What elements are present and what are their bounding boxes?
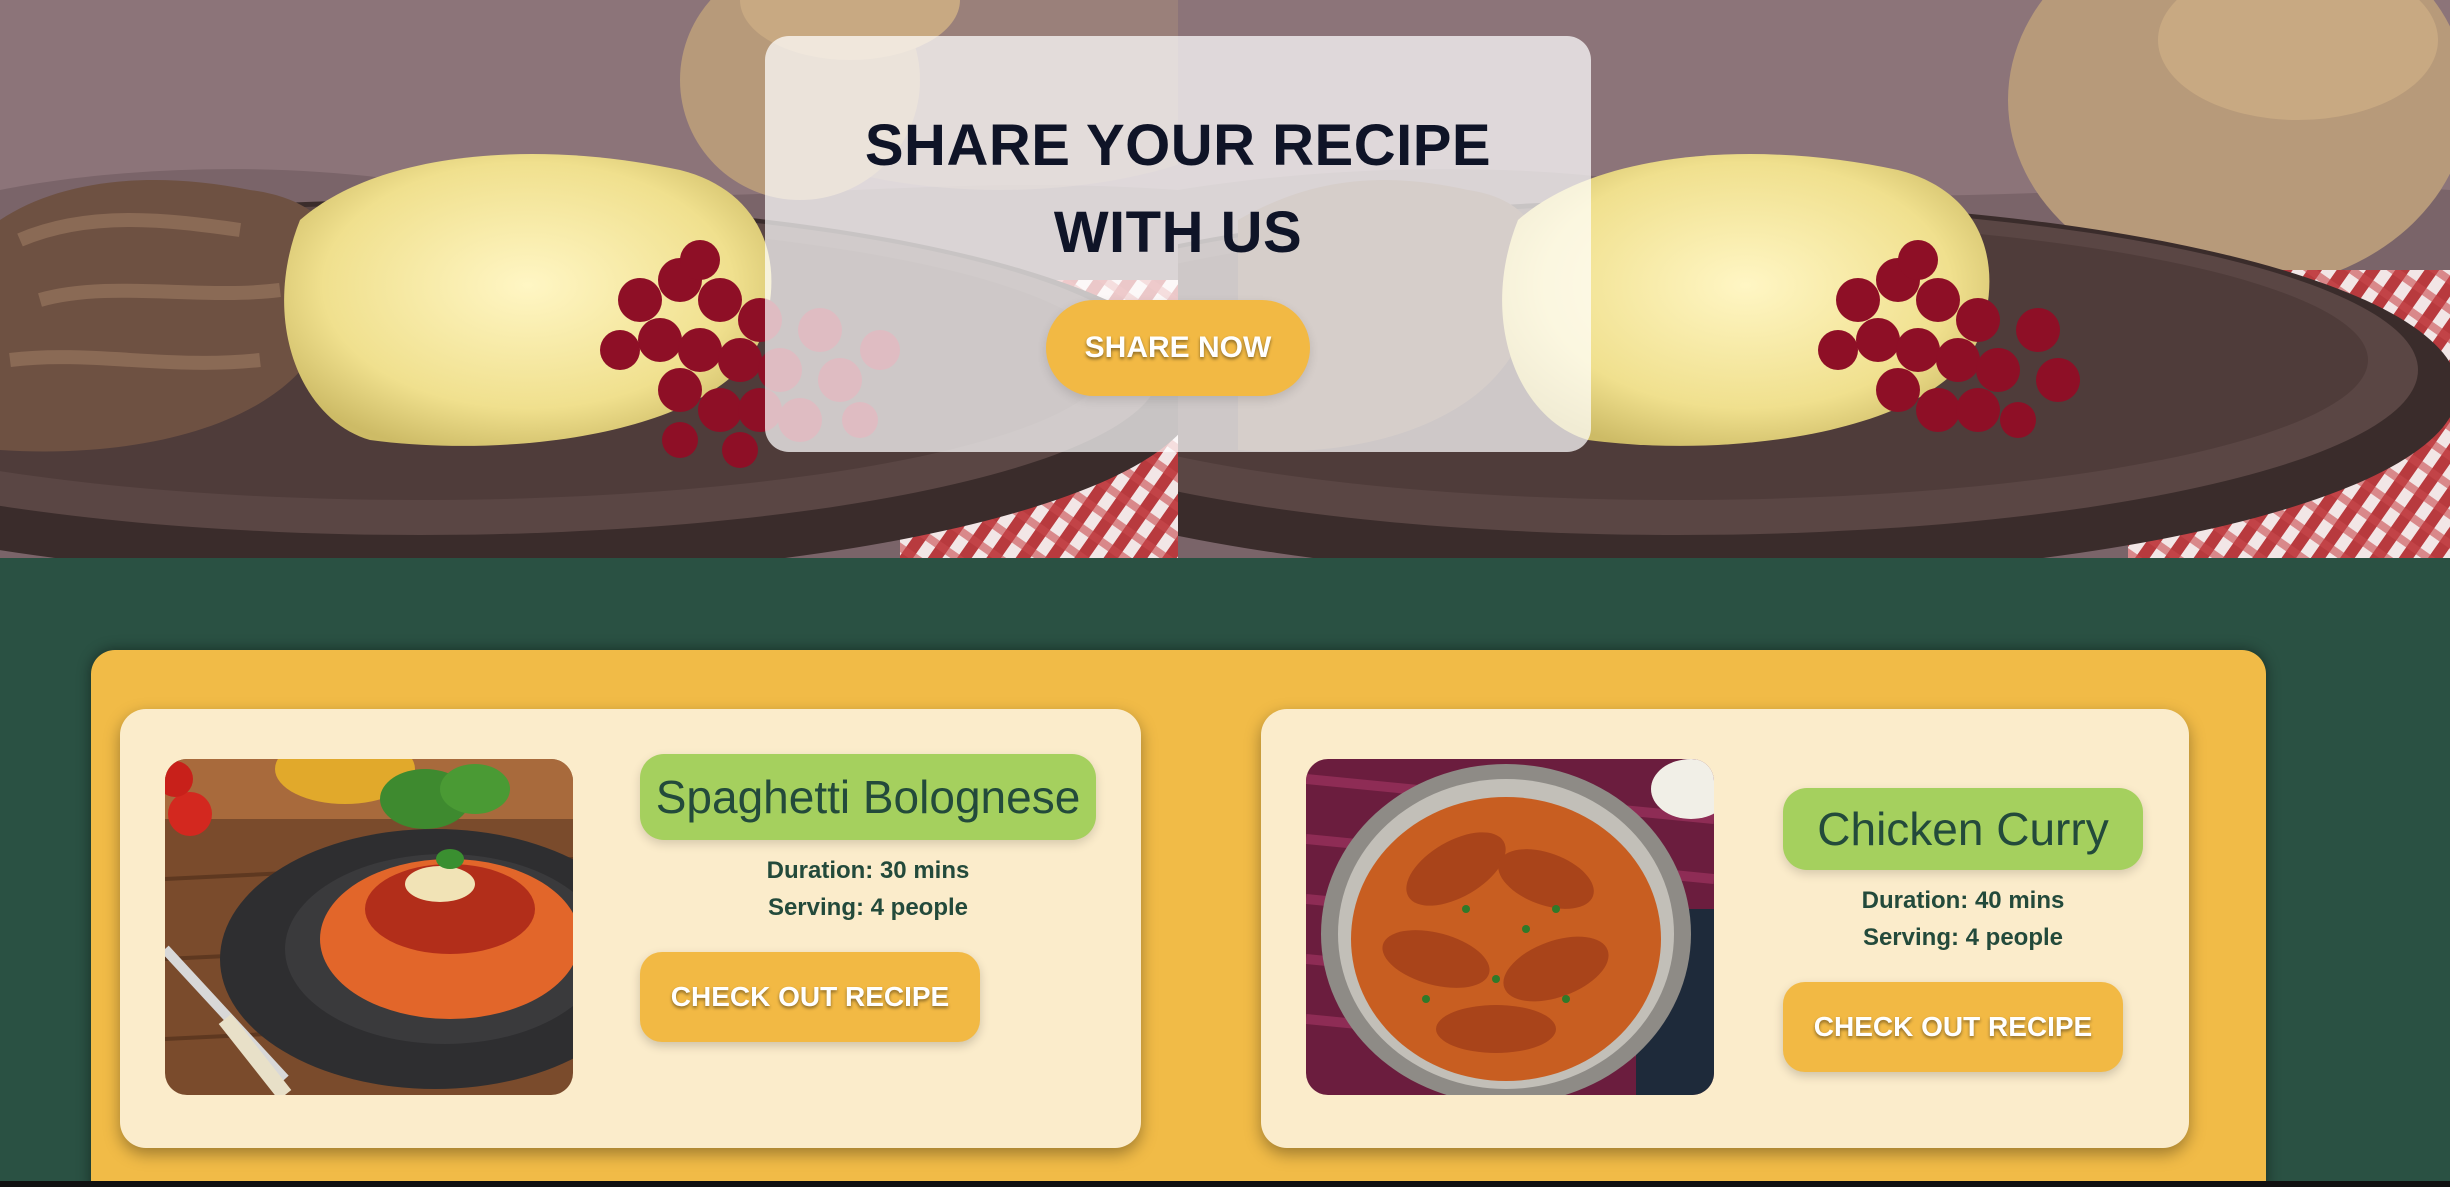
recipe-card: Spaghetti Bolognese Duration: 30 mins Se… [120,709,1141,1148]
recipe-name: Spaghetti Bolognese [640,754,1096,840]
recipe-meta: Duration: 30 mins Serving: 4 people [767,852,970,926]
recipe-meta: Duration: 40 mins Serving: 4 people [1862,882,2065,956]
recipe-image-chicken-curry [1306,759,1714,1095]
hero-cta-card: SHARE YOUR RECIPE WITH US SHARE NOW [765,36,1591,452]
hero-section: SHARE YOUR RECIPE WITH US SHARE NOW [0,0,2450,558]
recipe-name: Chicken Curry [1783,788,2143,870]
share-now-button[interactable]: SHARE NOW [1046,300,1310,396]
check-out-recipe-button[interactable]: CHECK OUT RECIPE [640,952,980,1042]
recipe-info: Spaghetti Bolognese Duration: 30 mins Se… [640,754,1096,1042]
recipe-image-spaghetti [165,759,573,1095]
recipe-serving: Serving: 4 people [1862,924,2064,951]
recipe-duration: Duration: 40 mins [1861,887,2065,914]
recipes-section: Spaghetti Bolognese Duration: 30 mins Se… [91,650,2266,1187]
recipe-card: Chicken Curry Duration: 40 mins Serving:… [1261,709,2189,1148]
recipe-serving: Serving: 4 people [767,894,969,921]
hero-title: SHARE YOUR RECIPE WITH US [864,113,1492,265]
page-bottom-border [0,1181,2450,1187]
recipe-duration: Duration: 30 mins [766,857,970,884]
recipe-info: Chicken Curry Duration: 40 mins Serving:… [1783,788,2143,1072]
check-out-recipe-button[interactable]: CHECK OUT RECIPE [1783,982,2123,1072]
